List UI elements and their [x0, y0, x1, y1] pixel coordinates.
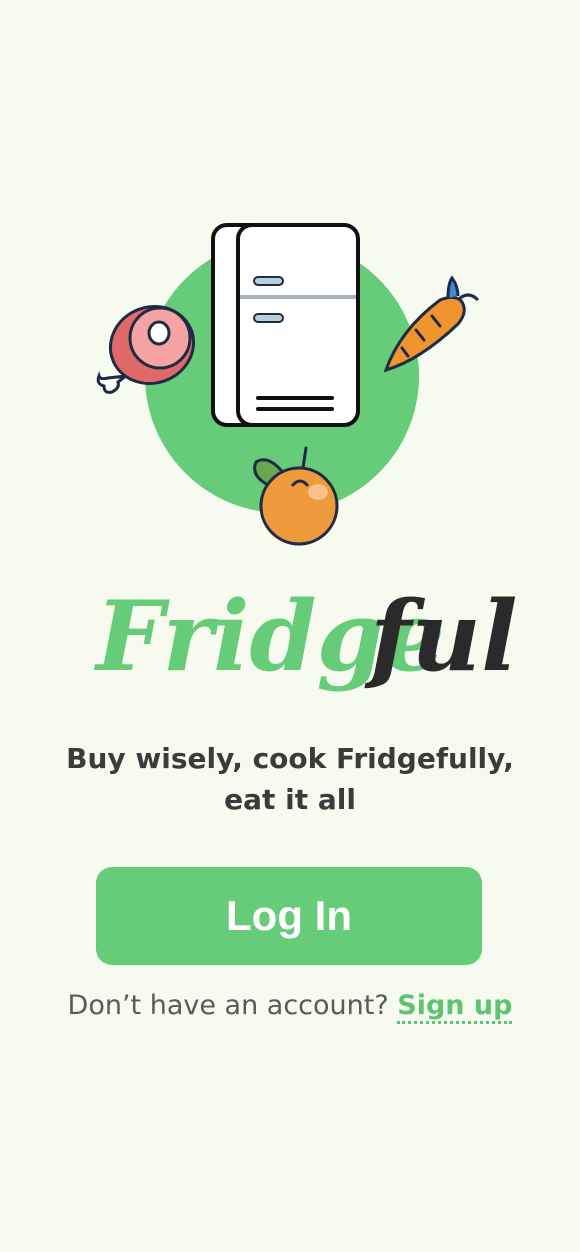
- signup-link[interactable]: Sign up: [397, 990, 513, 1024]
- signup-prompt: Don’t have an account?: [67, 990, 398, 1021]
- fridge-icon: [211, 223, 360, 427]
- tagline-line-1: Buy wisely, cook Fridgefully,: [66, 742, 514, 775]
- app-logo: Fridge ful: [0, 570, 580, 720]
- welcome-screen: Fridge ful Buy wisely, cook Fridgefully,…: [0, 0, 580, 1252]
- logo-part-2: ful: [364, 580, 518, 693]
- signup-row: Don’t have an account? Sign up: [0, 990, 580, 1024]
- login-button[interactable]: Log In: [96, 867, 482, 965]
- tagline-line-2: eat it all: [224, 783, 356, 816]
- tagline: Buy wisely, cook Fridgefully, eat it all: [60, 738, 520, 820]
- hero-illustration: [0, 200, 580, 560]
